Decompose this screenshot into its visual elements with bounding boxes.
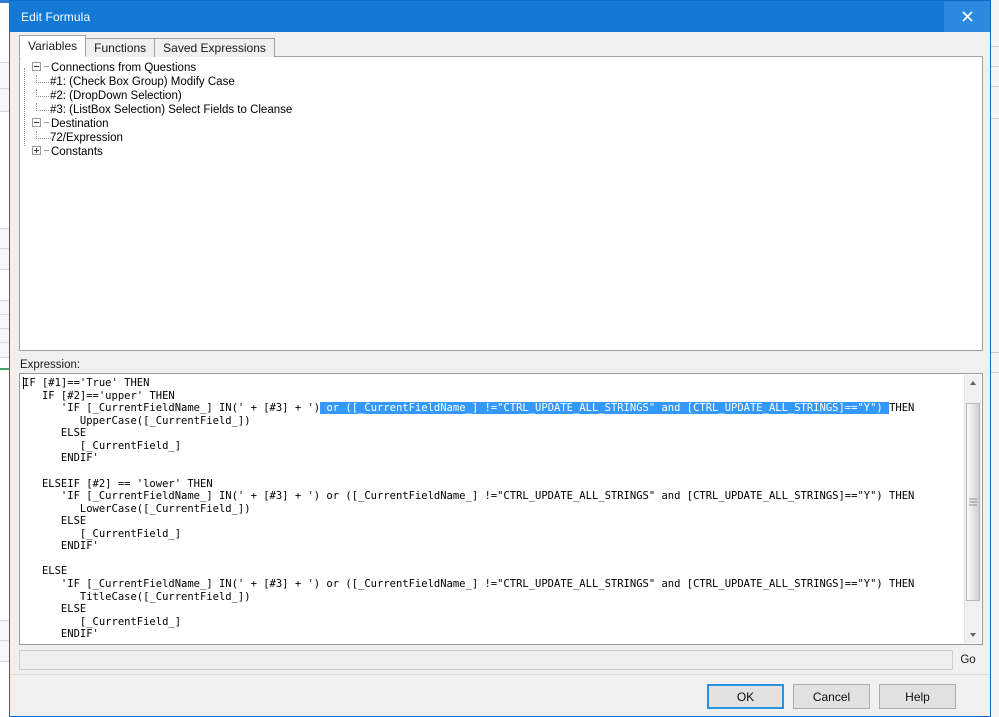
expression-line: ENDIF' [23,540,99,553]
tree-group-destination[interactable]: Destination [32,117,982,131]
expression-line: TitleCase([_CurrentField_]) [23,590,251,603]
tree-item-label: #1: (Check Box Group) Modify Case [50,76,235,88]
expander-plus-icon[interactable] [32,146,41,156]
expression-line: UpperCase([_CurrentField_]) [23,414,251,427]
search-input[interactable] [19,650,953,670]
expression-line: [_CurrentField_] [23,439,182,452]
expression-line [23,465,964,478]
expression-line: ENDIF' [23,628,99,641]
tree-connector [44,66,49,68]
search-bar: Go [19,649,983,671]
expression-line: IF [#2]=='upper' THEN [23,389,175,402]
tree-item-label: 72/Expression [50,132,123,144]
tab-strip: Variables Functions Saved Expressions [19,35,275,57]
title-bar: Edit Formula [10,1,990,32]
tree-item-label: #3: (ListBox Selection) Select Fields to… [50,104,293,116]
grip-icon [969,498,977,506]
variables-tree-panel: Connections from Questions #1: (Check Bo… [19,56,983,351]
expression-line: ELSEIF [#2] == 'lower' THEN [23,477,213,490]
scroll-down-button[interactable] [965,627,981,643]
selected-text: or ([_CurrentFieldName_] !="CTRL_UPDATE_… [320,402,890,415]
background-window-right [991,0,999,717]
expression-label: Expression: [20,359,81,371]
tree-connector [44,150,49,152]
chevron-up-icon [970,381,976,385]
expander-minus-icon[interactable] [32,118,41,128]
expression-text[interactable]: IF [#1]=='True' THEN IF [#2]=='upper' TH… [23,377,964,641]
expression-line: ELSE [23,603,87,616]
expression-line: LowerCase([_CurrentField_]) [23,502,251,515]
tree-item-question-2[interactable]: #2: (DropDown Selection) [32,89,982,103]
close-button[interactable] [944,1,990,32]
tree-item-question-3[interactable]: #3: (ListBox Selection) Select Fields to… [32,103,982,117]
tree-item-question-1[interactable]: #1: (Check Box Group) Modify Case [32,75,982,89]
scrollbar-thumb[interactable] [966,402,980,602]
expression-line: ELSE [23,427,87,440]
expression-line: [_CurrentField_] [23,615,182,628]
ok-button[interactable]: OK [707,684,784,709]
tree-group-label: Destination [51,118,109,130]
help-button[interactable]: Help [879,684,956,709]
expression-line: 'IF [_CurrentFieldName_] IN(' + [#3] + '… [23,402,915,415]
window-title: Edit Formula [21,9,91,24]
expression-editor[interactable]: IF [#1]=='True' THEN IF [#2]=='upper' TH… [19,373,983,645]
tree-item-label: #2: (DropDown Selection) [50,90,182,102]
cancel-button[interactable]: Cancel [793,684,870,709]
tab-saved-expressions[interactable]: Saved Expressions [154,38,275,57]
expression-line: 'IF [_CurrentFieldName_] IN(' + [#3] + '… [23,490,915,503]
chevron-down-icon [970,633,976,637]
tree-group-constants[interactable]: Constants [32,145,982,159]
expression-line: 'IF [_CurrentFieldName_] IN(' + [#3] + '… [23,578,915,590]
expression-line: ELSE [23,515,87,528]
expression-line: ELSE [23,565,68,578]
expander-minus-icon[interactable] [32,62,41,72]
expression-line: [_CurrentField_] [23,527,182,540]
expression-line: ENDIF' [23,452,99,465]
tree-item-destination-expression[interactable]: 72/Expression [32,131,982,145]
edit-formula-dialog: Edit Formula Variables Functions Saved E… [9,0,991,717]
tree-group-connections[interactable]: Connections from Questions [32,61,982,75]
tree-connector [44,122,49,124]
tree-group-label: Constants [51,146,103,158]
tree-group-label: Connections from Questions [51,62,197,74]
go-button[interactable]: Go [953,654,983,666]
tab-functions[interactable]: Functions [85,38,156,57]
expression-line: IF [#1]=='True' THEN [23,377,150,389]
close-icon [961,11,973,22]
expression-line [23,553,964,566]
variables-tree: Connections from Questions #1: (Check Bo… [20,57,982,159]
dialog-footer: OK Cancel Help [10,674,990,716]
expression-scrollbar[interactable] [964,375,981,643]
scroll-up-button[interactable] [965,375,981,391]
tab-variables[interactable]: Variables [19,35,87,57]
